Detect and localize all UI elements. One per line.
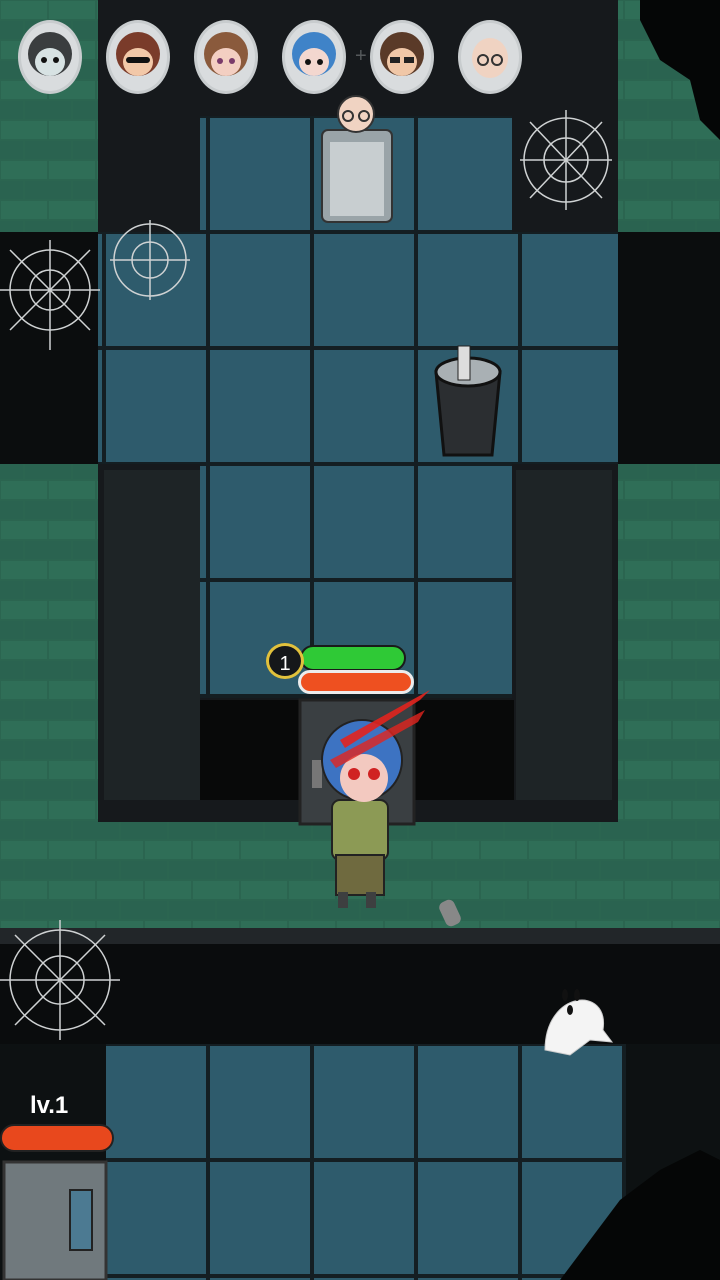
brown-hair-survivor-avatar[interactable]: [194, 20, 258, 94]
bucket[interactable]: [434, 345, 502, 457]
dark-doorway: [200, 700, 300, 800]
floor-tiles: [106, 1044, 626, 1280]
squad-separator: +: [355, 45, 367, 67]
masked-survivor-avatar[interactable]: [18, 20, 82, 94]
player-attack-bar: [298, 670, 414, 694]
dark-doorway: [414, 700, 514, 800]
glasses-survivor-avatar[interactable]: [370, 20, 434, 94]
right-dark-room: [618, 232, 720, 464]
sunglasses-survivor-avatar[interactable]: [106, 20, 170, 94]
door-handle: [312, 760, 322, 788]
shadow-wall: [516, 470, 612, 800]
player-health-bar: [300, 645, 406, 671]
door-health-bar: [0, 1124, 114, 1152]
corridor-wall: [0, 928, 720, 944]
blue-hair-survivor-avatar[interactable]: [282, 20, 346, 94]
spiderweb: [520, 110, 612, 210]
player-level-badge: 1: [266, 643, 304, 679]
shadow-wall: [104, 470, 200, 800]
door-level-label: lv.1: [30, 1092, 69, 1119]
door-window: [69, 1189, 93, 1251]
spiderweb: [0, 920, 120, 1040]
bald-elder-avatar[interactable]: [458, 20, 522, 94]
dark-corridor: [0, 930, 720, 1044]
haunted-map: [0, 0, 720, 1280]
floor-tiles: [98, 232, 618, 464]
game-scene: + 1 lv.1: [0, 0, 720, 1280]
